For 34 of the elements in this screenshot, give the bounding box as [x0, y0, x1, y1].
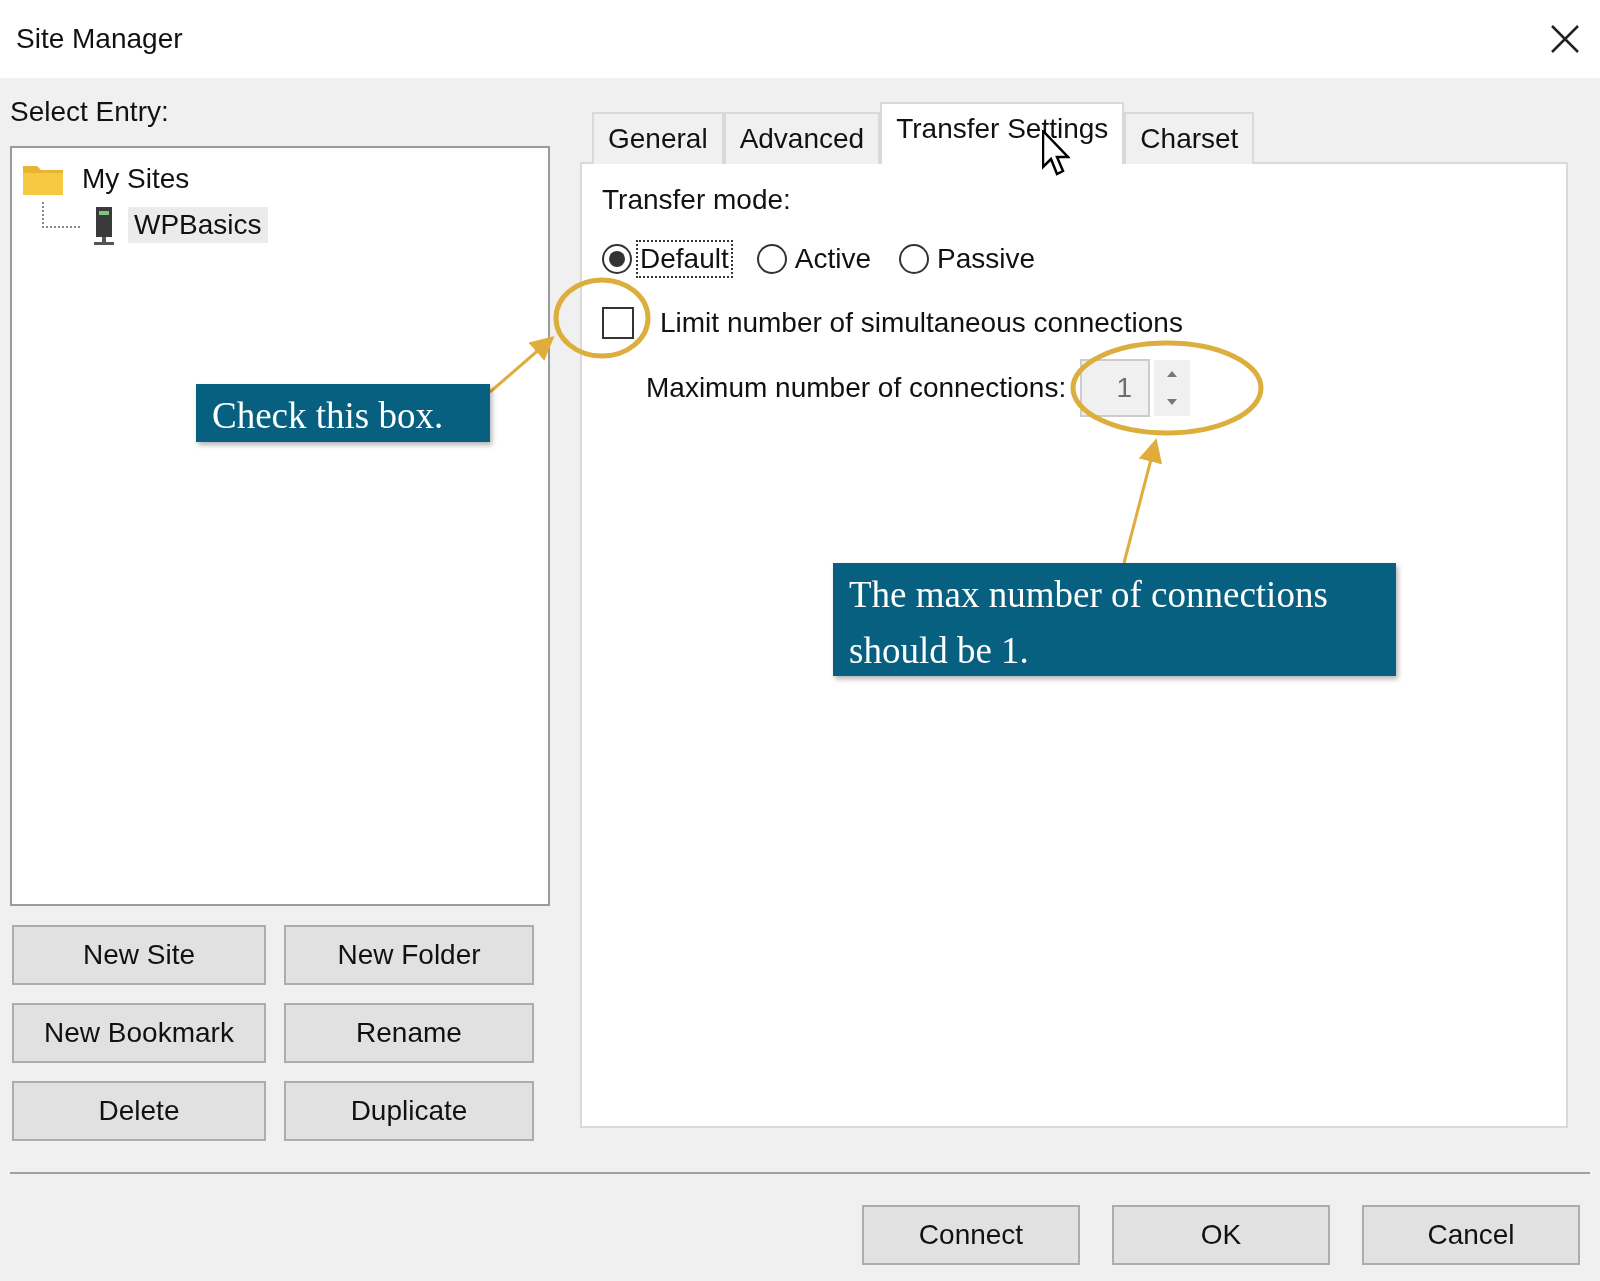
dialog-button[interactable]: Cancel	[1362, 1205, 1580, 1265]
spin-up-button[interactable]	[1154, 360, 1191, 388]
radio-option[interactable]: Active	[756, 242, 873, 276]
site-action-button[interactable]: Delete	[12, 1081, 266, 1141]
transfer-mode-label: Transfer mode:	[602, 183, 792, 217]
callout-note: Check this box.	[196, 384, 490, 442]
checkbox[interactable]	[602, 307, 634, 339]
window-title: Site Manager	[16, 23, 183, 55]
tab[interactable]: Advanced	[723, 112, 881, 164]
caret-up-icon	[1166, 370, 1179, 378]
site-action-button[interactable]: Duplicate	[284, 1081, 534, 1141]
site-action-button[interactable]: Rename	[284, 1003, 534, 1063]
select-entry-label: Select Entry:	[10, 95, 170, 129]
server-icon	[92, 205, 116, 245]
max-connections-label: Maximum number of connections:	[646, 372, 1067, 404]
site-action-button[interactable]: New Folder	[284, 925, 534, 985]
caret-down-icon	[1166, 398, 1179, 406]
close-icon[interactable]	[1550, 24, 1580, 54]
callout-note: The max number of connections should be 1.	[833, 563, 1396, 676]
tab[interactable]: Charset	[1124, 112, 1255, 164]
radio-option[interactable]: Passive	[898, 242, 1037, 276]
tab[interactable]: General	[592, 112, 724, 164]
tree-item[interactable]: WPBasics	[128, 207, 268, 243]
dialog-button[interactable]: Connect	[862, 1205, 1080, 1265]
tree-connector	[42, 202, 80, 228]
tab[interactable]: Transfer Settings	[880, 102, 1125, 164]
checkbox-label: Limit number of simultaneous connections	[660, 307, 1183, 339]
tree-item[interactable]: My Sites	[76, 161, 196, 197]
site-action-button[interactable]: New Bookmark	[12, 1003, 266, 1063]
arrow	[489, 336, 555, 394]
site-action-button[interactable]: New Site	[12, 925, 266, 985]
spin-down-button[interactable]	[1154, 388, 1191, 416]
radio-option[interactable]: Default	[602, 242, 731, 276]
dialog-button[interactable]: OK	[1112, 1205, 1330, 1265]
